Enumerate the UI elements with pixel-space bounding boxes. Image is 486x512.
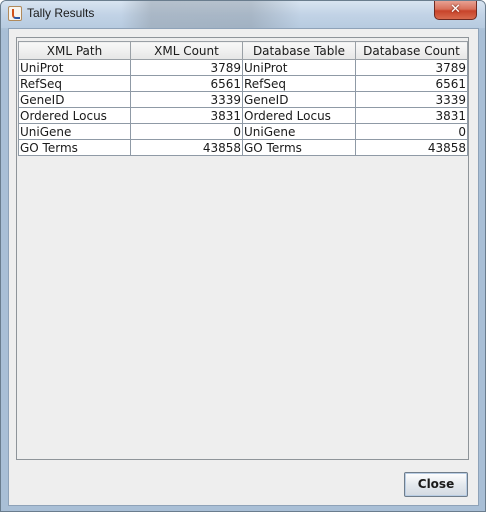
database-table-cell: Ordered Locus (242, 107, 356, 124)
title-bar[interactable]: Tally Results ✕ (1, 1, 485, 28)
xml-count-cell: 6561 (130, 75, 243, 92)
table-row[interactable]: UniProt 3789 UniProt 3789 (18, 59, 468, 76)
database-table-cell: GeneID (242, 91, 356, 108)
database-table-cell: RefSeq (242, 75, 356, 92)
column-header-xml-path[interactable]: XML Path (18, 41, 131, 60)
database-count-cell: 6561 (355, 75, 468, 92)
column-header-database-count[interactable]: Database Count (355, 41, 468, 60)
xml-count-cell: 3831 (130, 107, 243, 124)
database-count-cell: 3831 (355, 107, 468, 124)
table-row[interactable]: Ordered Locus 3831 Ordered Locus 3831 (18, 107, 468, 124)
table-row[interactable]: RefSeq 6561 RefSeq 6561 (18, 75, 468, 92)
xml-path-cell: RefSeq (18, 75, 131, 92)
dialog-content: XML Path XML Count Database Table Databa… (8, 28, 479, 506)
column-header-xml-count[interactable]: XML Count (130, 41, 243, 60)
table-row[interactable]: GeneID 3339 GeneID 3339 (18, 91, 468, 108)
tally-table: XML Path XML Count Database Table Databa… (18, 41, 468, 156)
database-count-cell: 43858 (355, 139, 468, 156)
xml-count-cell: 0 (130, 123, 243, 140)
close-button[interactable]: Close (404, 472, 468, 497)
database-count-cell: 3789 (355, 59, 468, 76)
results-scroll-pane: XML Path XML Count Database Table Databa… (16, 37, 469, 460)
tally-results-window: Tally Results ✕ XML Path XML Count Datab… (0, 0, 486, 512)
table-header-row: XML Path XML Count Database Table Databa… (18, 41, 468, 60)
xml-path-cell: Ordered Locus (18, 107, 131, 124)
database-count-cell: 0 (355, 123, 468, 140)
java-app-icon (8, 6, 22, 21)
table-row[interactable]: GO Terms 43858 GO Terms 43858 (18, 139, 468, 156)
close-icon: ✕ (450, 2, 461, 17)
xml-count-cell: 43858 (130, 139, 243, 156)
column-header-database-table[interactable]: Database Table (242, 41, 356, 60)
xml-count-cell: 3339 (130, 91, 243, 108)
database-table-cell: GO Terms (242, 139, 356, 156)
xml-path-cell: UniGene (18, 123, 131, 140)
table-row[interactable]: UniGene 0 UniGene 0 (18, 123, 468, 140)
database-table-cell: UniGene (242, 123, 356, 140)
database-table-cell: UniProt (242, 59, 356, 76)
xml-path-cell: GeneID (18, 91, 131, 108)
database-count-cell: 3339 (355, 91, 468, 108)
window-close-button[interactable]: ✕ (434, 1, 477, 20)
xml-path-cell: GO Terms (18, 139, 131, 156)
xml-count-cell: 3789 (130, 59, 243, 76)
xml-path-cell: UniProt (18, 59, 131, 76)
window-title: Tally Results (27, 6, 95, 20)
